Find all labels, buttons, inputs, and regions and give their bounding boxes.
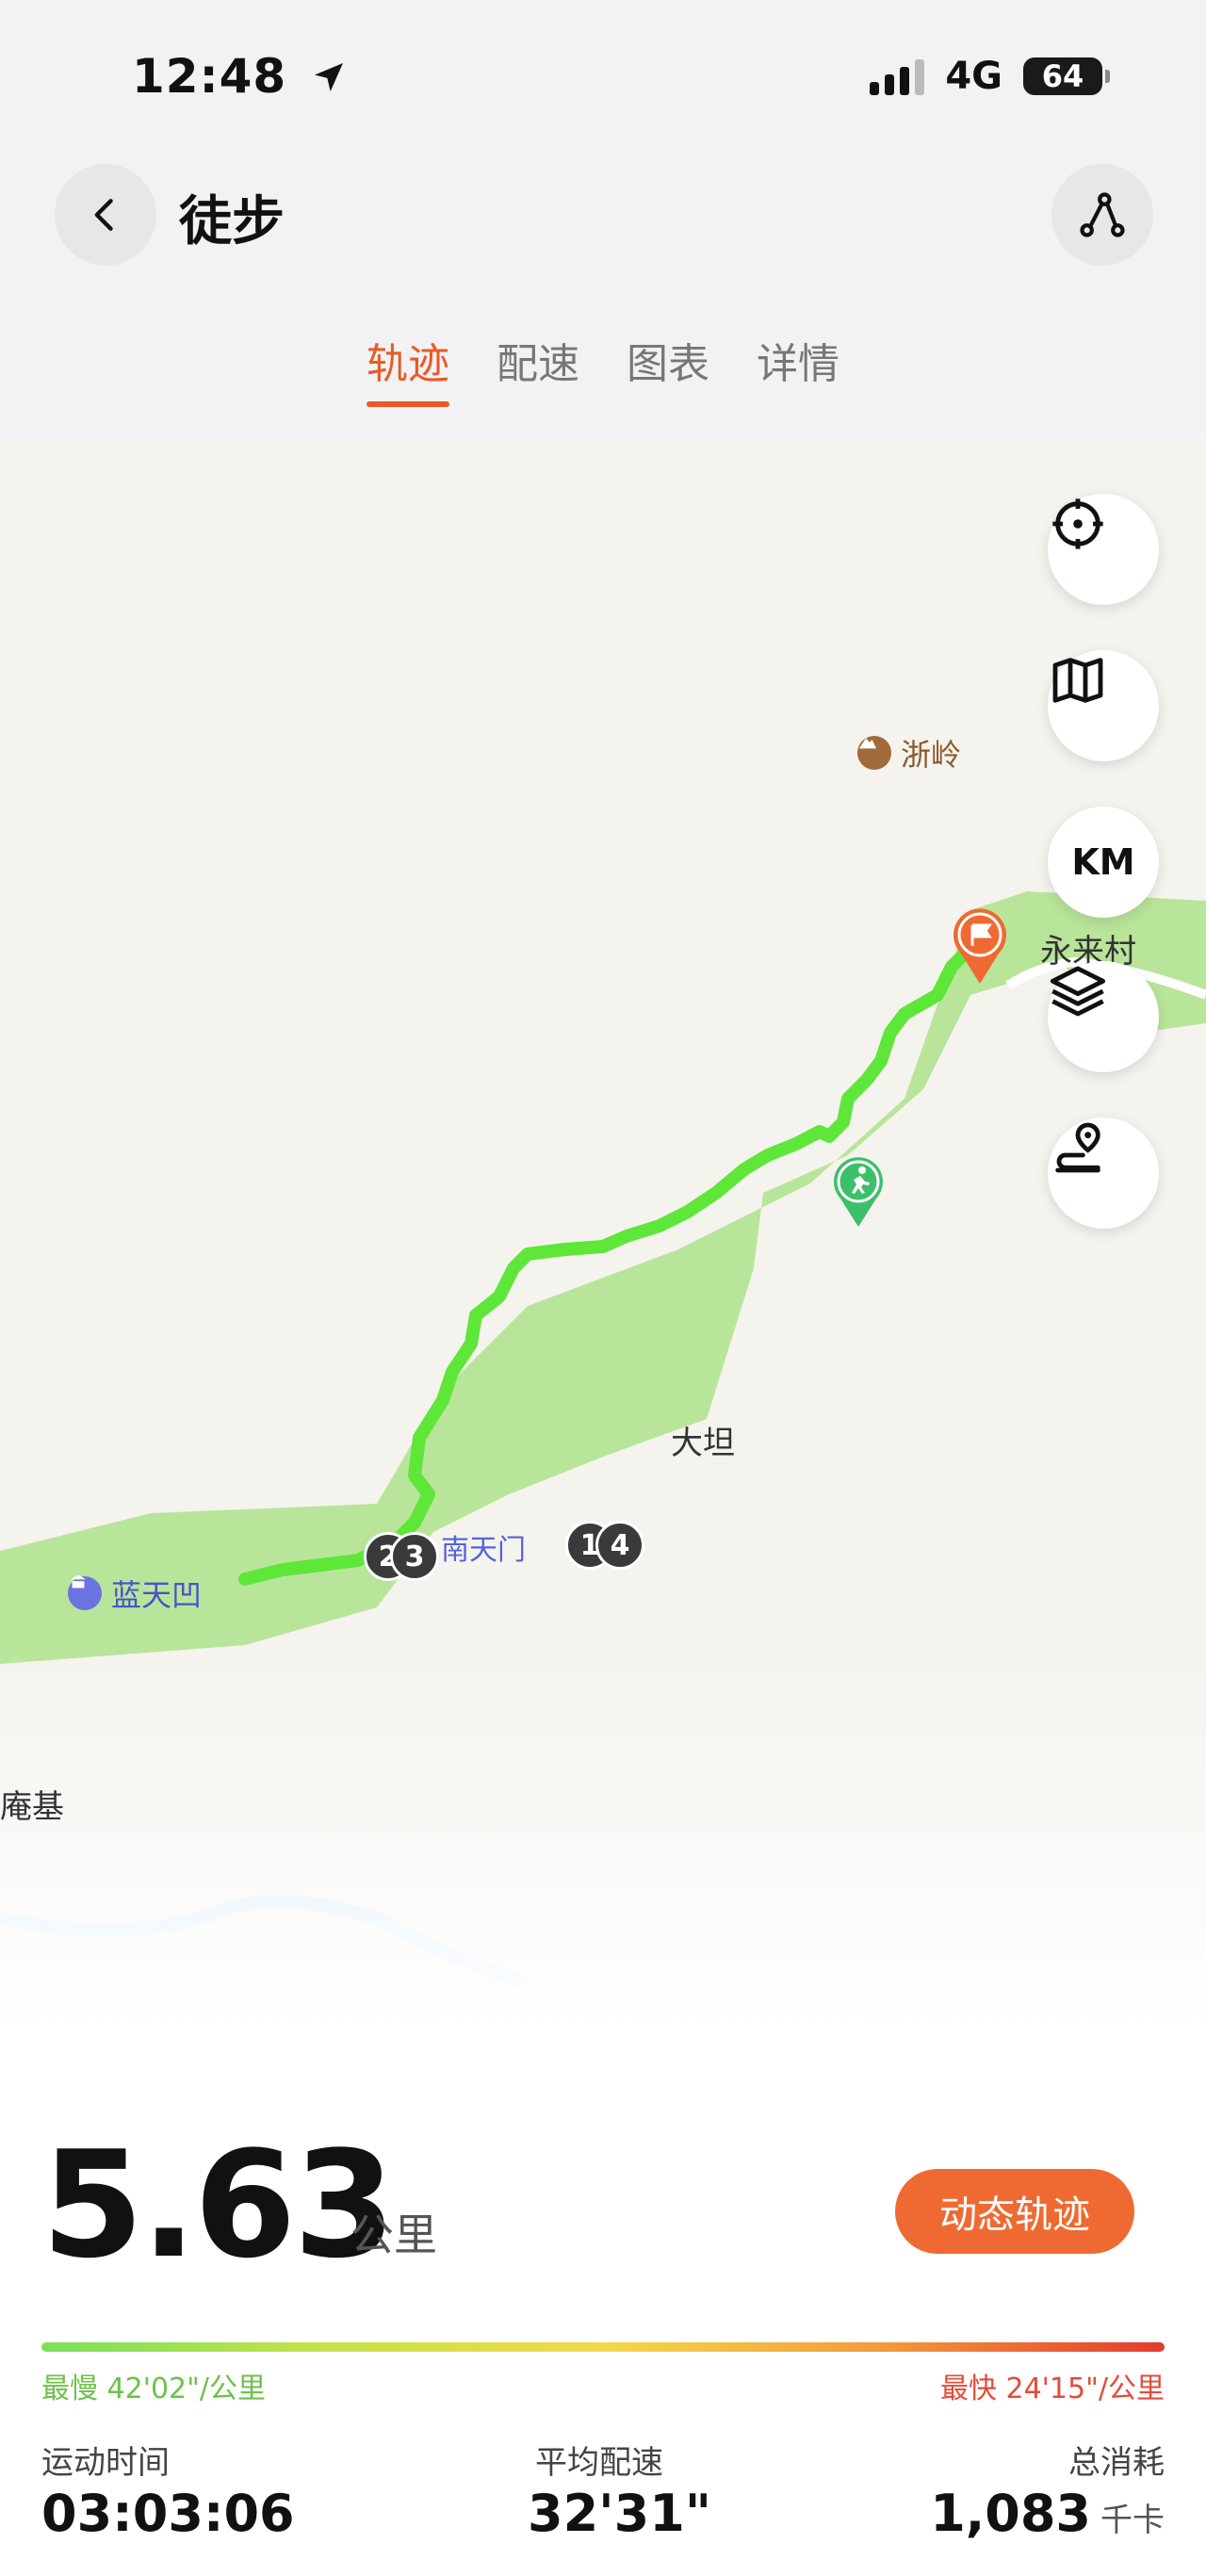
km-toggle-button[interactable]: KM xyxy=(1048,807,1159,918)
calories-unit: 千卡 xyxy=(1100,2502,1165,2539)
back-button[interactable] xyxy=(55,164,156,266)
layers-icon xyxy=(1050,966,1106,1017)
location-arrow-icon xyxy=(314,63,343,91)
crosshair-icon xyxy=(1052,498,1103,549)
route-icon xyxy=(1080,192,1125,237)
battery-level: 64 xyxy=(1041,58,1084,94)
tab-chart[interactable]: 图表 xyxy=(627,330,709,407)
map-fade xyxy=(0,1655,1206,2031)
avg-pace-label: 平均配速 xyxy=(535,2444,663,2482)
tab-pace[interactable]: 配速 xyxy=(497,330,579,407)
pace-gradient-bar xyxy=(41,2342,1165,2352)
map-view[interactable]: 浙岭 永来村 大坦 南天门 蓝天凹 庵基 1 4 2 3 KM xyxy=(0,439,1206,2031)
finish-flag-marker[interactable] xyxy=(948,905,1012,986)
poi-lantianao[interactable]: 蓝天凹 xyxy=(68,1572,202,1615)
calories-number: 1,083 xyxy=(930,2484,1091,2543)
route-pin-icon xyxy=(1055,1122,1100,1173)
duration-label: 运动时间 xyxy=(41,2444,170,2482)
calories-value: 1,083 千卡 xyxy=(930,2484,1165,2543)
poi-zheling[interactable]: 浙岭 xyxy=(857,731,961,774)
layers-button[interactable] xyxy=(1048,961,1159,1072)
tab-bar: 轨迹 配速 图表 详情 xyxy=(0,330,1206,407)
route-button[interactable] xyxy=(1051,164,1153,266)
tab-track[interactable]: 轨迹 xyxy=(367,330,449,407)
label-nantianmen: 南天门 xyxy=(441,1534,526,1567)
calories-label: 总消耗 xyxy=(1068,2444,1165,2482)
tab-details[interactable]: 详情 xyxy=(757,330,839,407)
status-time: 12:48 xyxy=(132,49,348,104)
summary-panel: 5.63 公里 动态轨迹 最慢 42'02"/公里 最快 24'15"/公里 运… xyxy=(0,2031,1206,2576)
map-type-button[interactable] xyxy=(1048,650,1159,761)
poi-zheling-label: 浙岭 xyxy=(901,737,962,773)
distance-unit: 公里 xyxy=(350,2209,437,2260)
chevron-left-icon xyxy=(94,199,113,231)
poi-lantianao-label: 蓝天凹 xyxy=(111,1577,203,1613)
locate-button[interactable] xyxy=(1048,494,1159,605)
map-icon xyxy=(1052,658,1103,703)
slowest-pace: 最慢 42'02"/公里 xyxy=(41,2372,267,2405)
battery-icon: 64 xyxy=(1023,57,1110,95)
signal-icon xyxy=(870,57,925,95)
temple-icon xyxy=(68,1574,102,1610)
fastest-pace: 最快 24'15"/公里 xyxy=(939,2372,1165,2405)
status-bar: 12:48 4G 64 xyxy=(0,0,1206,160)
label-anji: 庵基 xyxy=(0,1788,64,1826)
distance-value: 5.63 xyxy=(41,2119,396,2291)
duration-value: 03:03:06 xyxy=(41,2484,295,2543)
label-datan: 大坦 xyxy=(671,1425,735,1462)
dynamic-track-button[interactable]: 动态轨迹 xyxy=(895,2169,1134,2254)
route-pin-button[interactable] xyxy=(1048,1117,1159,1229)
header: 徒步 轨迹 配速 图表 详情 xyxy=(0,160,1206,433)
network-type: 4G xyxy=(945,55,1002,98)
km-marker[interactable]: 3 xyxy=(390,1532,439,1581)
hiking-route xyxy=(238,918,986,1586)
mountain-icon xyxy=(857,736,891,770)
km-marker[interactable]: 4 xyxy=(595,1521,644,1570)
avg-pace-value: 32'31" xyxy=(528,2484,711,2543)
start-runner-marker[interactable] xyxy=(829,1155,888,1229)
page-title: 徒步 xyxy=(179,191,285,253)
